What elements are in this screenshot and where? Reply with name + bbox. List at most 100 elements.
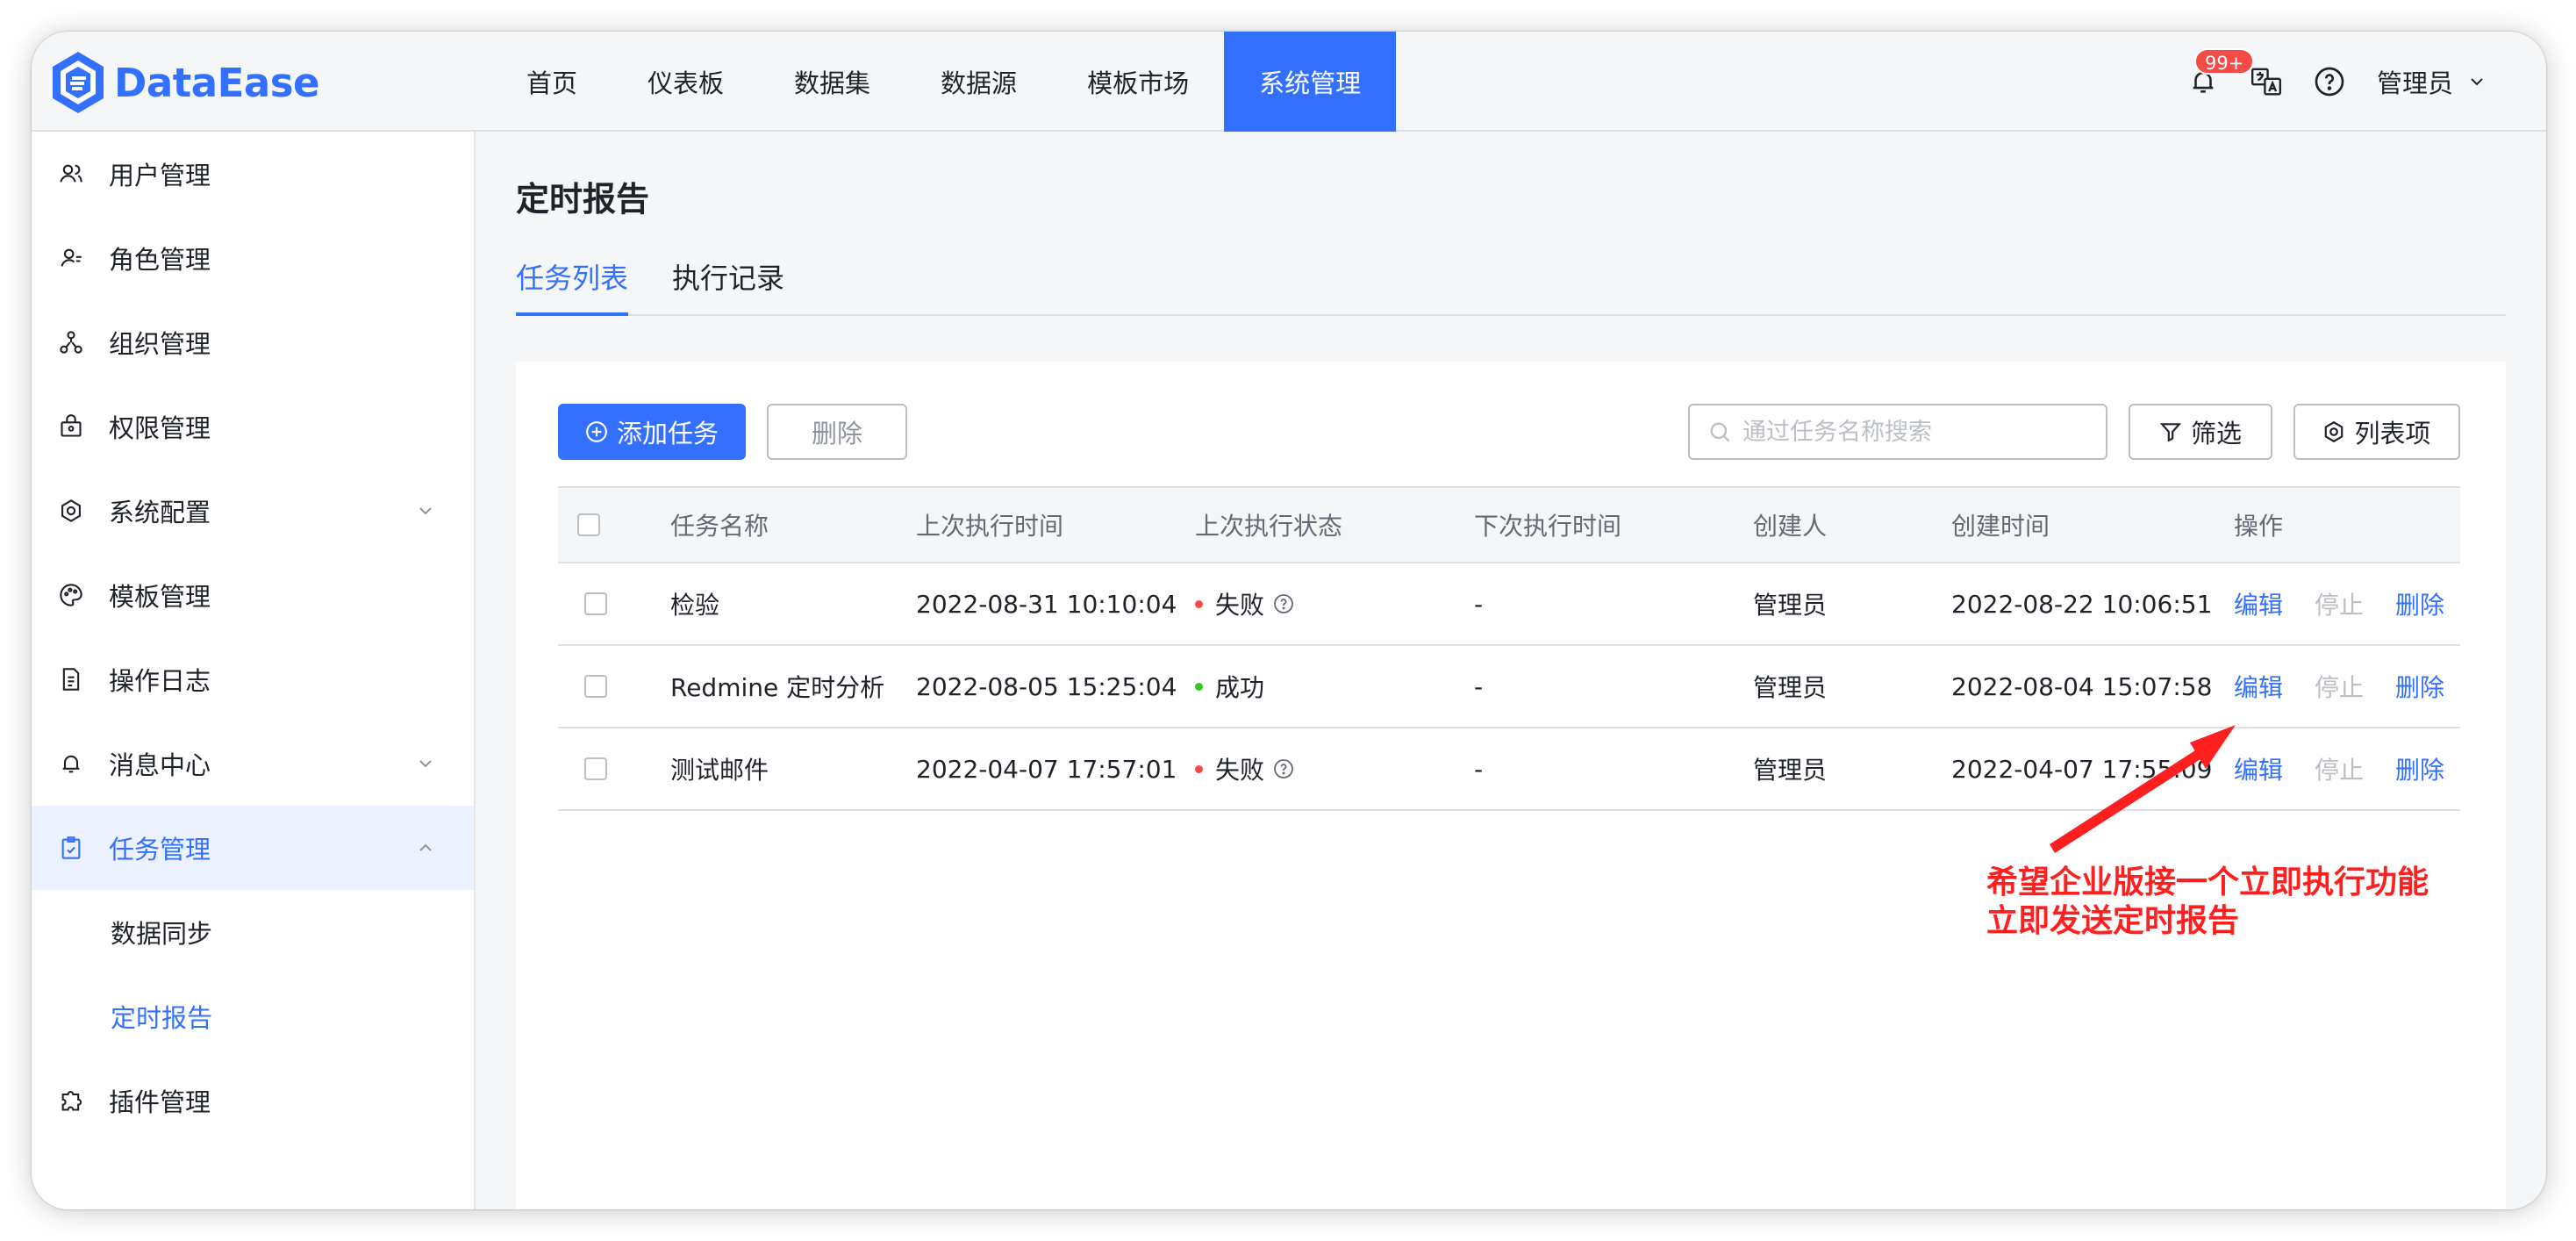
help-icon — [2315, 67, 2344, 97]
sidebar-item-permissions[interactable]: 权限管理 — [32, 384, 474, 469]
translate-icon — [2250, 68, 2282, 96]
nav-home[interactable]: 首页 — [491, 32, 612, 132]
table-row: 检验 2022-08-31 10:10:04 失败 - 管理员 2022-08-… — [558, 563, 2460, 646]
row-select-cell — [584, 646, 607, 727]
app-logo[interactable]: DataEase — [49, 47, 320, 118]
filter-label: 筛选 — [2190, 419, 2242, 448]
stop-button[interactable]: 停止 — [2315, 751, 2364, 786]
search-input[interactable] — [1742, 418, 2093, 446]
header-actions: 99+ 管理员 — [2182, 32, 2546, 132]
help-button[interactable] — [2308, 61, 2351, 103]
tab-execution-records[interactable]: 执行记录 — [672, 255, 784, 314]
app-name: DataEase — [114, 59, 320, 106]
edit-button[interactable]: 编辑 — [2234, 669, 2283, 704]
column-settings-label: 列表项 — [2354, 419, 2431, 448]
page-title: 定时报告 — [516, 180, 650, 219]
last-run-status: 失败 — [1195, 728, 1294, 809]
sidebar-item-label: 权限管理 — [109, 413, 211, 443]
status-dot — [1195, 682, 1203, 691]
role-icon — [58, 245, 84, 271]
sidebar-item-tasks[interactable]: 任务管理 — [32, 806, 474, 890]
app-window: DataEase 首页 仪表板 数据集 数据源 模板市场 系统管理 99+ 管理… — [32, 32, 2546, 1209]
notification-button[interactable]: 99+ — [2182, 48, 2255, 103]
next-run-time: - — [1474, 754, 1484, 784]
nav-template-market[interactable]: 模板市场 — [1052, 32, 1224, 132]
sidebar-item-label: 插件管理 — [109, 1087, 211, 1117]
nav-datasource[interactable]: 数据源 — [905, 32, 1052, 132]
sidebar-item-templates[interactable]: 模板管理 — [32, 553, 474, 637]
task-list-card: 添加任务 删除 筛选 列表项 — [516, 362, 2506, 1209]
batch-delete-button[interactable]: 删除 — [767, 404, 907, 460]
sidebar-item-label: 用户管理 — [109, 161, 211, 190]
sidebar-item-label: 消息中心 — [109, 750, 211, 780]
delete-button[interactable]: 删除 — [2395, 669, 2444, 704]
add-task-label: 添加任务 — [616, 419, 719, 448]
stop-button[interactable]: 停止 — [2315, 669, 2364, 704]
tab-task-list[interactable]: 任务列表 — [516, 255, 629, 316]
created-time: 2022-04-07 17:55:09 — [1951, 754, 2213, 784]
sidebar-item-plugins[interactable]: 插件管理 — [32, 1058, 474, 1143]
gear-icon — [58, 498, 84, 524]
row-checkbox[interactable] — [584, 757, 607, 780]
edit-button[interactable]: 编辑 — [2234, 586, 2283, 621]
sidebar-item-label: 操作日志 — [109, 666, 211, 696]
edit-button[interactable]: 编辑 — [2234, 751, 2283, 786]
row-select-cell — [584, 728, 607, 809]
col-last-run-time: 上次执行时间 — [916, 512, 1064, 541]
delete-button[interactable]: 删除 — [2395, 586, 2444, 621]
nav-dashboard[interactable]: 仪表板 — [612, 32, 759, 132]
table-row: 测试邮件 2022-04-07 17:57:01 失败 - 管理员 2022-0… — [558, 728, 2460, 811]
task-search-box[interactable] — [1688, 404, 2107, 460]
gear-icon — [2322, 420, 2345, 443]
table-row: Redmine 定时分析 2022-08-05 15:25:04 成功 - 管理… — [558, 646, 2460, 728]
row-checkbox[interactable] — [584, 675, 607, 698]
help-icon[interactable] — [1273, 758, 1294, 779]
status-dot — [1195, 599, 1203, 608]
col-task-name: 任务名称 — [670, 512, 769, 541]
plugin-icon — [58, 1087, 84, 1114]
column-settings-button[interactable]: 列表项 — [2293, 404, 2460, 460]
annotation-line: 希望企业版接一个立即执行功能 — [1986, 864, 2429, 900]
sidebar-item-label: 任务管理 — [109, 835, 211, 864]
sidebar-subitem-data-sync[interactable]: 数据同步 — [32, 890, 474, 974]
nav-dataset[interactable]: 数据集 — [759, 32, 905, 132]
lock-icon — [58, 413, 84, 440]
help-icon[interactable] — [1273, 593, 1294, 614]
nav-system-management[interactable]: 系统管理 — [1224, 32, 1397, 132]
add-task-button[interactable]: 添加任务 — [558, 404, 746, 460]
sidebar-item-users[interactable]: 用户管理 — [32, 132, 474, 216]
sidebar-item-roles[interactable]: 角色管理 — [32, 216, 474, 300]
stop-button[interactable]: 停止 — [2315, 586, 2364, 621]
sidebar: 用户管理 角色管理 组织管理 权限管理 系统配置 模板管理 操作日志 消息中心 … — [32, 132, 476, 1209]
col-actions: 操作 — [2234, 512, 2284, 541]
delete-button[interactable]: 删除 — [2395, 751, 2444, 786]
sidebar-subitem-scheduled-report[interactable]: 定时报告 — [32, 974, 474, 1058]
filter-button[interactable]: 筛选 — [2129, 404, 2272, 460]
language-button[interactable] — [2245, 61, 2287, 103]
sidebar-item-system-config[interactable]: 系统配置 — [32, 469, 474, 553]
sidebar-item-operation-log[interactable]: 操作日志 — [32, 637, 474, 721]
sidebar-item-label: 角色管理 — [109, 245, 211, 275]
row-checkbox[interactable] — [584, 592, 607, 615]
next-run-time: - — [1474, 589, 1484, 619]
created-time: 2022-08-04 15:07:58 — [1951, 671, 2213, 701]
sidebar-item-messages[interactable]: 消息中心 — [32, 721, 474, 806]
select-all-checkbox[interactable] — [577, 513, 600, 536]
task-table: 任务名称 上次执行时间 上次执行状态 下次执行时间 创建人 创建时间 操作 检验… — [558, 486, 2460, 811]
sidebar-item-organization[interactable]: 组织管理 — [32, 300, 474, 384]
last-run-time: 2022-04-07 17:57:01 — [916, 754, 1177, 784]
sidebar-item-label: 组织管理 — [109, 329, 211, 359]
task-name: 测试邮件 — [670, 756, 769, 785]
chevron-down-icon[interactable] — [2464, 68, 2490, 95]
bell-icon — [58, 750, 84, 777]
status-dot — [1195, 764, 1203, 773]
users-icon — [58, 161, 84, 187]
row-actions: 编辑 停止 删除 — [2234, 728, 2476, 809]
task-name: 检验 — [670, 591, 720, 620]
last-run-status: 失败 — [1195, 563, 1294, 644]
log-icon — [58, 666, 84, 692]
row-actions: 编辑 停止 删除 — [2234, 563, 2476, 644]
col-created-time: 创建时间 — [1951, 512, 2050, 541]
user-menu[interactable]: 管理员 — [2377, 63, 2453, 100]
plus-circle-icon — [585, 420, 608, 443]
